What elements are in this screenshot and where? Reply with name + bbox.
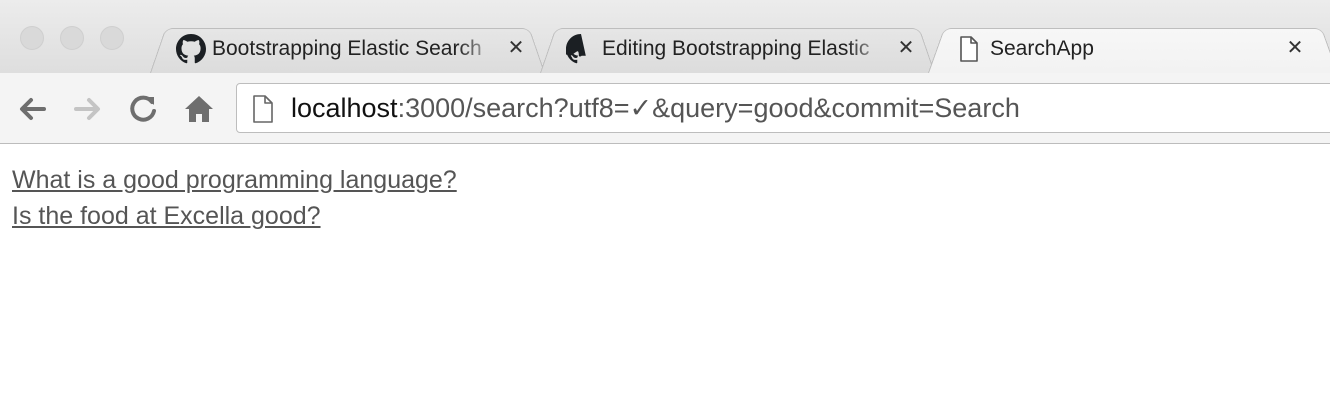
tab-strip: Bootstrapping Elastic Search ✕ Editing B… <box>0 0 1330 73</box>
result-link[interactable]: What is a good programming language? <box>12 162 457 198</box>
browser-window: Bootstrapping Elastic Search ✕ Editing B… <box>0 0 1330 410</box>
reload-icon[interactable] <box>125 91 161 127</box>
tab-searchapp[interactable]: SearchApp ✕ <box>928 24 1330 73</box>
page-content: What is a good programming language? Is … <box>0 144 1330 410</box>
browser-toolbar: localhost:3000/search?utf8=✓&query=good&… <box>0 73 1330 144</box>
page-icon <box>253 95 273 123</box>
window-minimize-button[interactable] <box>60 26 84 50</box>
list-item: What is a good programming language? <box>12 162 457 198</box>
tab-title: Editing Bootstrapping Elastic <box>602 37 870 60</box>
tab-close-icon[interactable]: ✕ <box>504 36 528 60</box>
tab-bootstrapping-elastic-search[interactable]: Bootstrapping Elastic Search ✕ <box>150 24 545 73</box>
tab-close-icon[interactable]: ✕ <box>1283 36 1307 60</box>
tab-title: SearchApp <box>990 37 1094 60</box>
address-url[interactable]: localhost:3000/search?utf8=✓&query=good&… <box>291 91 1020 125</box>
url-path: :3000/search?utf8=✓&query=good&commit=Se… <box>397 93 1020 123</box>
back-arrow-icon[interactable] <box>14 91 50 127</box>
tab-editing-bootstrapping-elastic[interactable]: Editing Bootstrapping Elastic ✕ <box>540 24 935 73</box>
window-maximize-button[interactable] <box>100 26 124 50</box>
address-bar[interactable]: localhost:3000/search?utf8=✓&query=good&… <box>236 83 1330 133</box>
tab-close-icon[interactable]: ✕ <box>894 36 918 60</box>
result-link[interactable]: Is the food at Excella good? <box>12 198 457 234</box>
tab-title: Bootstrapping Elastic Search <box>212 37 482 60</box>
search-results-list: What is a good programming language? Is … <box>12 162 457 234</box>
github-icon <box>566 34 586 64</box>
url-host: localhost <box>291 93 398 123</box>
forward-arrow-icon[interactable] <box>70 91 106 127</box>
list-item: Is the food at Excella good? <box>12 198 457 234</box>
github-icon <box>176 34 206 64</box>
home-icon[interactable] <box>181 91 217 127</box>
page-icon <box>960 36 978 62</box>
window-close-button[interactable] <box>20 26 44 50</box>
